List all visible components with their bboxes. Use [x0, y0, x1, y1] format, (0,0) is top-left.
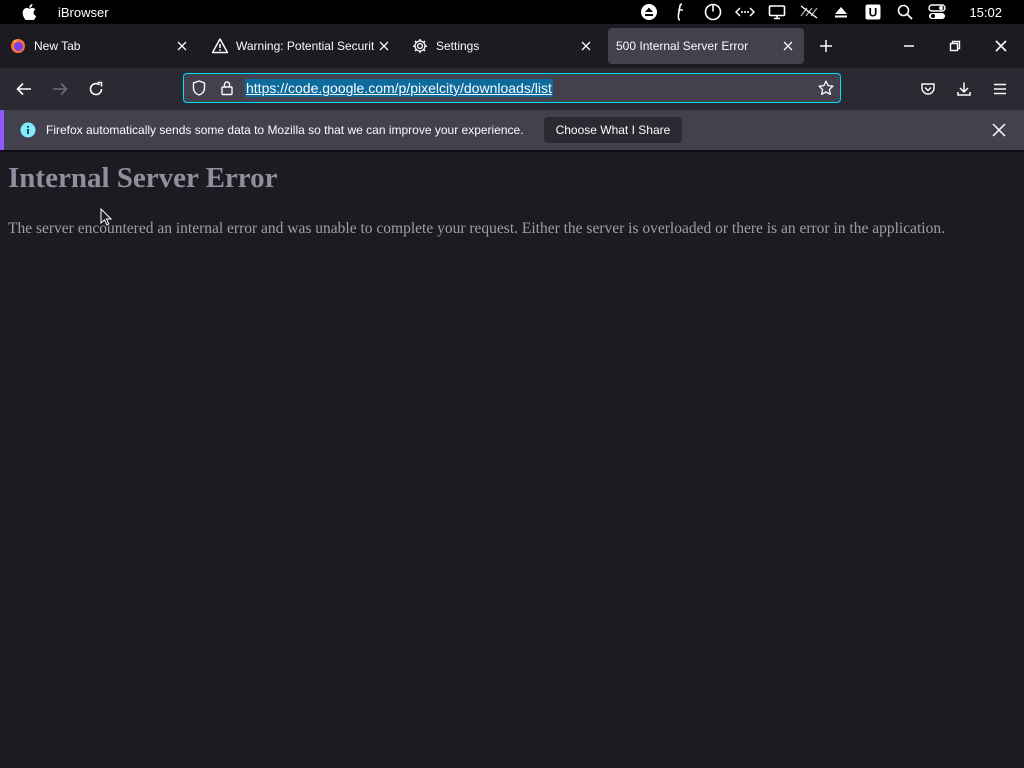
eject-icon[interactable]	[639, 4, 659, 20]
shield-icon[interactable]	[191, 80, 207, 96]
tab-label: New Tab	[34, 39, 81, 53]
minimize-icon	[904, 45, 914, 47]
nav-bar: https://code.google.com/p/pixelcity/down…	[0, 68, 1024, 110]
page-title: Internal Server Error	[8, 162, 278, 194]
gear-icon	[412, 38, 428, 54]
info-icon	[20, 122, 36, 138]
close-icon[interactable]	[576, 36, 596, 56]
eject-triangle-icon[interactable]	[831, 4, 851, 20]
url-bar[interactable]: https://code.google.com/p/pixelcity/down…	[183, 73, 841, 103]
tab-internal-server-error[interactable]: 500 Internal Server Error	[608, 28, 804, 64]
script-icon[interactable]	[671, 3, 691, 21]
tab-strip: New Tab Warning: Potential Security Sett…	[0, 24, 1024, 68]
close-icon[interactable]	[172, 36, 192, 56]
tab-label: 500 Internal Server Error	[616, 39, 749, 53]
close-window-button[interactable]	[978, 24, 1024, 68]
display-icon[interactable]	[767, 4, 787, 20]
download-icon	[957, 82, 971, 96]
new-tab-button[interactable]	[814, 34, 838, 58]
bookmark-star-icon[interactable]	[818, 80, 834, 96]
minimize-button[interactable]	[886, 24, 932, 68]
firefox-icon	[10, 38, 26, 54]
downloads-button[interactable]	[952, 77, 976, 101]
hamburger-icon	[994, 83, 1006, 95]
error-message: The server encountered an internal error…	[8, 220, 945, 237]
tab-security-warning[interactable]: Warning: Potential Security	[200, 28, 400, 64]
apple-icon[interactable]	[22, 4, 36, 20]
close-icon[interactable]	[374, 36, 394, 56]
close-icon	[995, 40, 1007, 52]
mouse-cursor-icon	[100, 207, 113, 226]
forward-arrow-icon	[53, 82, 68, 96]
tab-label: Settings	[436, 39, 480, 53]
svg-text:U: U	[869, 6, 878, 20]
warning-icon	[212, 38, 228, 54]
control-center-icon[interactable]	[927, 4, 947, 20]
telemetry-notification: Firefox automatically sends some data to…	[0, 110, 1024, 150]
menu-button[interactable]	[988, 77, 1012, 101]
search-icon[interactable]	[895, 4, 915, 20]
pocket-button[interactable]	[916, 77, 940, 101]
page-content: Internal Server Error The server encount…	[0, 152, 1024, 768]
reload-icon	[89, 81, 103, 96]
plus-icon	[820, 40, 832, 52]
forward-button[interactable]	[48, 77, 72, 101]
menu-bar: iBrowser U 15:02	[0, 0, 1024, 24]
pocket-icon	[921, 83, 935, 95]
choose-what-i-share-button[interactable]: Choose What I Share	[543, 117, 683, 143]
reload-button[interactable]	[84, 77, 108, 101]
close-icon[interactable]	[778, 36, 798, 56]
app-name[interactable]: iBrowser	[58, 5, 109, 20]
close-icon[interactable]	[990, 121, 1008, 139]
back-button[interactable]	[12, 77, 36, 101]
u-app-icon[interactable]: U	[863, 4, 883, 20]
notification-text: Firefox automatically sends some data to…	[46, 123, 524, 137]
restore-button[interactable]	[932, 24, 978, 68]
restore-icon	[949, 40, 961, 52]
tab-new-tab[interactable]: New Tab	[0, 28, 198, 64]
lock-icon[interactable]	[219, 80, 235, 96]
back-arrow-icon	[16, 82, 31, 96]
clock[interactable]: 15:02	[969, 5, 1002, 20]
code-icon[interactable]	[735, 4, 756, 20]
url-input[interactable]: https://code.google.com/p/pixelcity/down…	[245, 79, 553, 97]
power-icon[interactable]	[703, 3, 723, 21]
tab-label: Warning: Potential Security	[236, 39, 374, 53]
tab-settings[interactable]: Settings	[400, 28, 602, 64]
mute-icon[interactable]	[799, 4, 819, 20]
